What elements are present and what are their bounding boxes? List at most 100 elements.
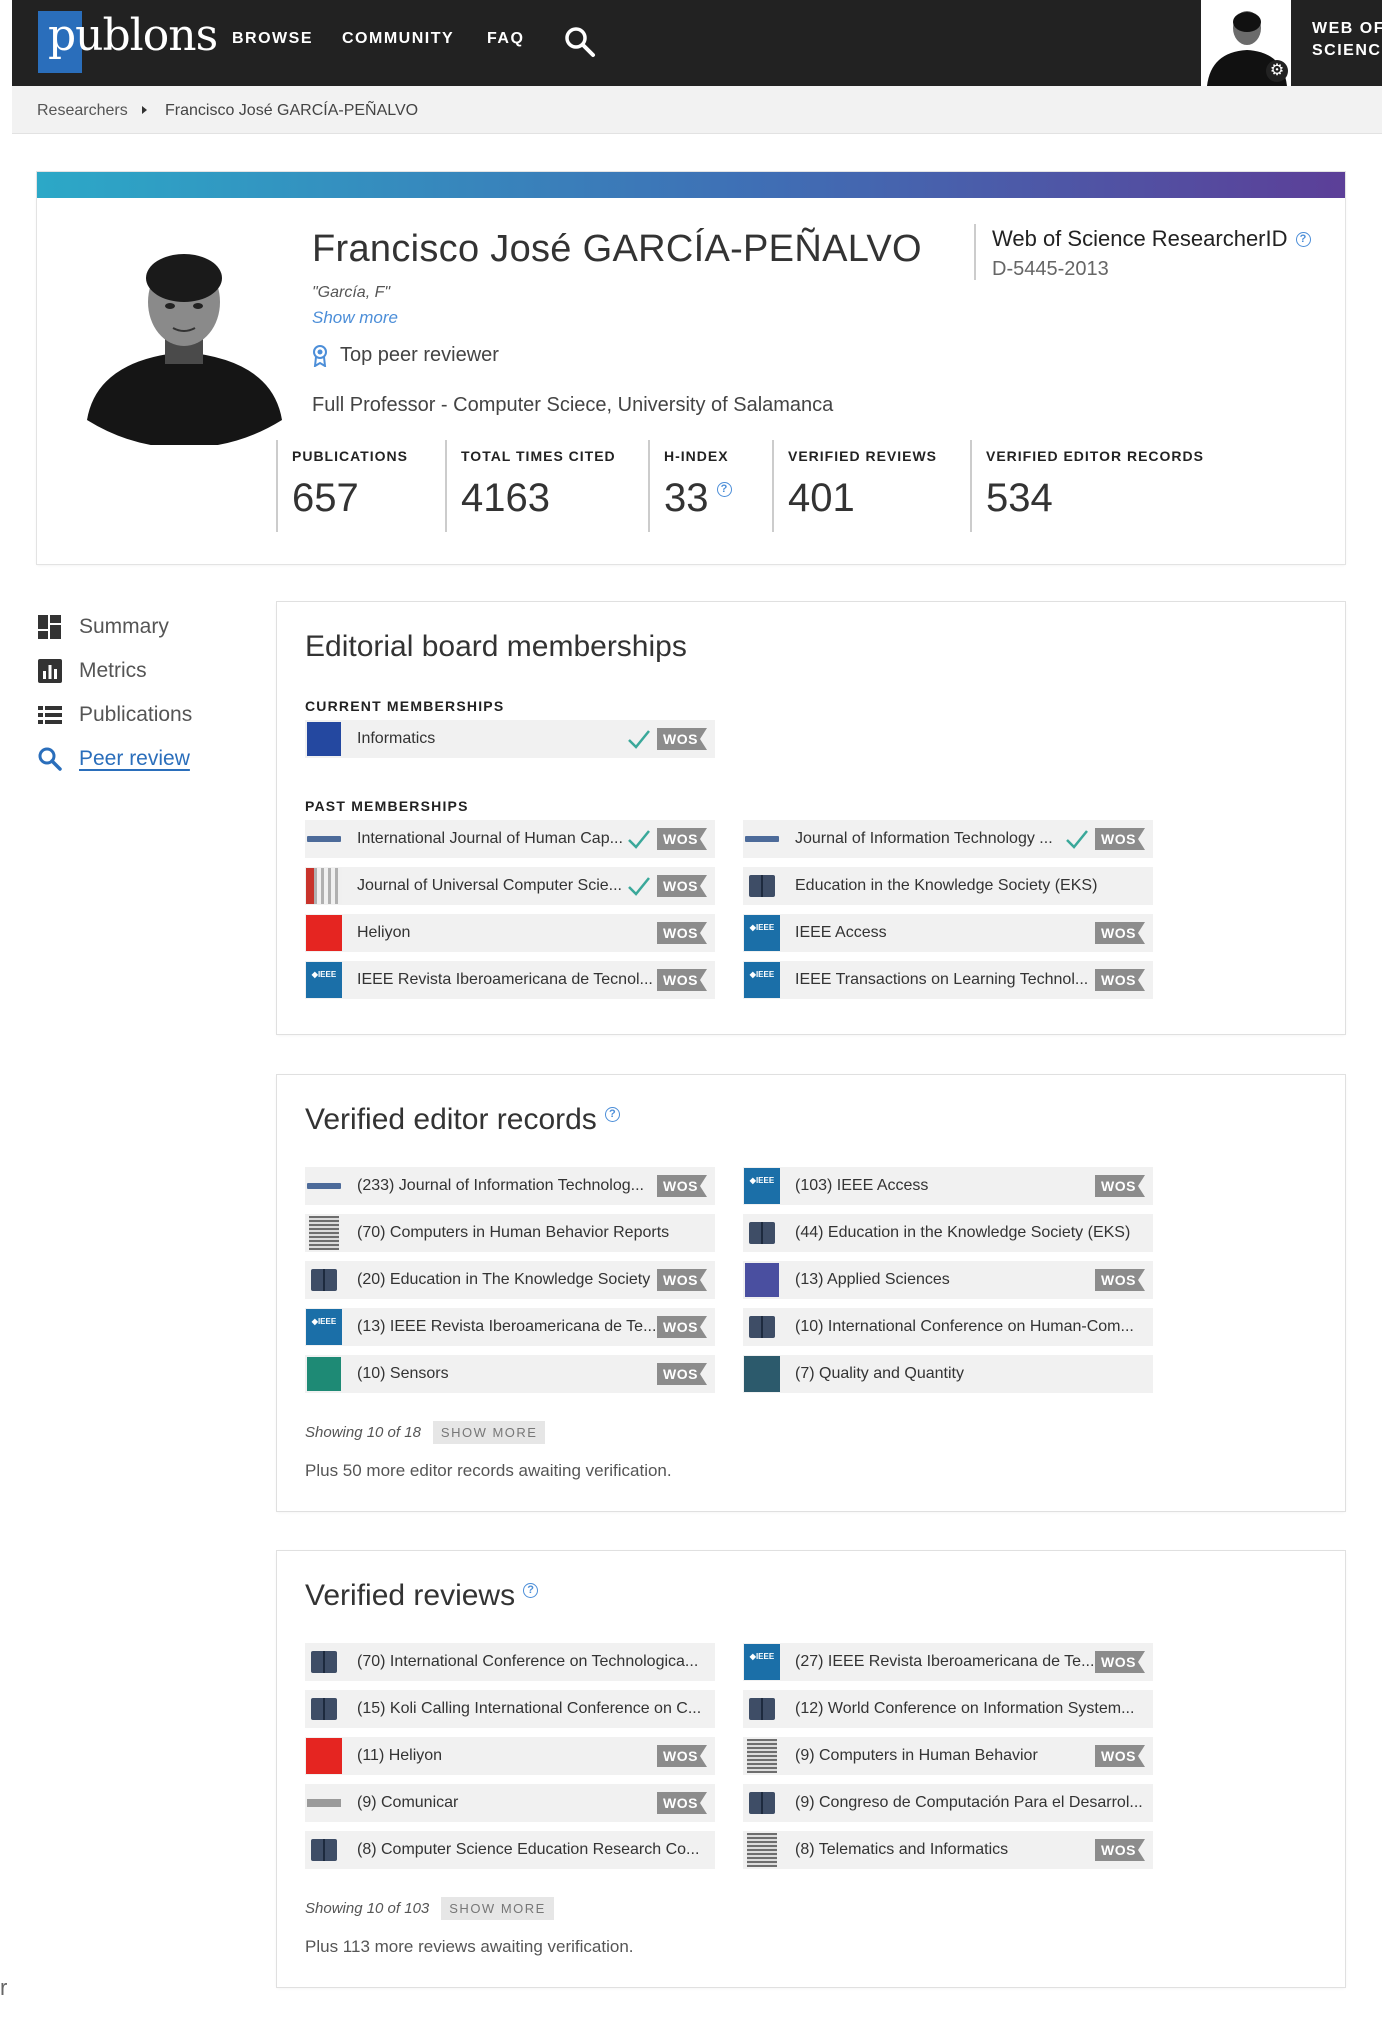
nav-faq[interactable]: FAQ [487,30,524,48]
journal-thumb: ◆IEEE [743,1167,781,1205]
nav-community[interactable]: COMMUNITY [342,30,454,48]
journal-row[interactable]: (10) Sensors WOS [305,1355,715,1393]
journal-row[interactable]: (7) Quality and Quantity [743,1355,1153,1393]
researcher-id-divider [974,224,976,280]
journal-thumb [305,1261,343,1299]
showing-count-text: Showing 10 of 103 [305,1900,430,1917]
wos-badge: WOS [657,969,707,991]
ieee-logo: ◆IEEE [306,962,342,998]
journal-name: Education in the Knowledge Society (EKS) [795,877,1098,894]
journal-row[interactable]: International Journal of Human Cap... WOS [305,820,715,858]
metric-number: 4163 [461,476,550,520]
showing-count: Showing 10 of 103 SHOW MORE [305,1897,554,1920]
journal-name: (10) International Conference on Human-C… [795,1318,1134,1335]
journal-row[interactable]: ◆IEEE (27) IEEE Revista Iberoamericana de… [743,1643,1153,1681]
metric-verified-reviews[interactable]: VERIFIED REVIEWS 401 [772,440,937,532]
metric-publications[interactable]: PUBLICATIONS 657 [276,440,408,532]
wos-badge: WOS [1095,1175,1145,1197]
metric-number: 657 [292,476,359,520]
metric-label: VERIFIED EDITOR RECORDS [986,448,1204,464]
journal-name: Informatics [357,730,436,747]
journal-name: (15) Koli Calling International Conferen… [357,1700,702,1717]
past-memberships-label: PAST MEMBERSHIPS [305,798,469,814]
journal-name: (9) Computers in Human Behavior [795,1747,1038,1764]
wos-badge: WOS [1095,922,1145,944]
journal-row[interactable]: (10) International Conference on Human-C… [743,1308,1153,1346]
journal-row[interactable]: ◆IEEE (103) IEEE Access WOS [743,1167,1153,1205]
journal-banner-logo [307,836,341,842]
show-more-button[interactable]: SHOW MORE [441,1897,554,1920]
journal-row[interactable]: (9) Comunicar WOS [305,1784,715,1822]
journal-thumb [743,1355,781,1393]
heliyon-logo [306,1738,342,1774]
book-icon [749,1792,775,1814]
journal-row[interactable]: (11) Heliyon WOS [305,1737,715,1775]
show-more-button[interactable]: SHOW MORE [432,1421,546,1444]
search-icon[interactable] [562,24,596,58]
bar-chart-icon [38,659,62,683]
metric-verified-editor-records[interactable]: VERIFIED EDITOR RECORDS 534 [970,440,1204,532]
sidenav-publications[interactable]: Publications [37,700,192,730]
top-peer-reviewer-badge: Top peer reviewer [312,344,499,367]
journal-thumb [305,1737,343,1775]
journal-name: (7) Quality and Quantity [795,1365,964,1382]
journal-row[interactable]: (12) World Conference on Information Sys… [743,1690,1153,1728]
journal-row[interactable]: Heliyon WOS [305,914,715,952]
comunicar-logo [307,1799,341,1807]
journal-row[interactable]: Informatics WOS [305,720,715,758]
verified-editor-records-card: Verified editor records? (233) Journal o… [277,1075,1345,1511]
gear-icon[interactable]: ⚙ [1266,60,1288,82]
journal-row[interactable]: ◆IEEE (13) IEEE Revista Iberoamericana de… [305,1308,715,1346]
show-more-link[interactable]: Show more [312,308,398,328]
journal-row[interactable]: (20) Education in The Knowledge Society W… [305,1261,715,1299]
ieee-logo: ◆IEEE [306,1309,342,1345]
wos-line-1: WEB OF [1312,20,1382,37]
researcher-id-label-text: Web of Science ResearcherID [992,226,1288,251]
journal-name: (13) IEEE Revista Iberoamericana de Te..… [357,1318,657,1335]
journal-row[interactable]: (9) Computers in Human Behavior WOS [743,1737,1153,1775]
sidenav-peer-review[interactable]: Peer review [37,744,190,774]
metric-number: 401 [788,476,855,520]
journal-thumb [305,867,343,905]
journal-row[interactable]: (8) Telematics and Informatics WOS [743,1831,1153,1869]
metric-h-index[interactable]: H-INDEX 33? [648,440,732,532]
journal-row[interactable]: (13) Applied Sciences WOS [743,1261,1153,1299]
web-of-science-link[interactable]: WEB OF SCIENCE [1312,18,1382,62]
sidenav-metrics[interactable]: Metrics [37,656,147,686]
elsevier-logo [747,1833,777,1867]
journal-row[interactable]: (233) Journal of Information Technolog..… [305,1167,715,1205]
help-icon[interactable]: ? [716,482,732,497]
publons-logo[interactable]: publons [38,10,218,74]
journal-row[interactable]: (70) Computers in Human Behavior Reports [305,1214,715,1252]
journal-row[interactable]: (8) Computer Science Education Research … [305,1831,715,1869]
profile-gradient-bar [37,172,1345,198]
sidenav-summary[interactable]: Summary [37,612,169,642]
journal-thumb [743,1831,781,1869]
metric-total-times-cited[interactable]: TOTAL TIMES CITED 4163 [445,440,616,532]
help-icon[interactable]: ? [523,1583,539,1598]
book-icon [749,1316,775,1338]
journal-row[interactable]: ◆IEEE IEEE Access WOS [743,914,1153,952]
journal-row[interactable]: (44) Education in the Knowledge Society … [743,1214,1153,1252]
journal-row[interactable]: ◆IEEE IEEE Transactions on Learning Techn… [743,961,1153,999]
checkmark-icon [628,830,650,849]
journal-thumb [743,1214,781,1252]
breadcrumb-researchers[interactable]: Researchers [37,102,128,120]
journal-row[interactable]: Education in the Knowledge Society (EKS) [743,867,1153,905]
journal-thumb [305,1214,343,1252]
journal-row[interactable]: (15) Koli Calling International Conferen… [305,1690,715,1728]
elsevier-logo [747,1739,777,1773]
wos-badge: WOS [657,1792,707,1814]
nav-browse[interactable]: BROWSE [232,30,313,48]
metric-label: PUBLICATIONS [292,448,408,464]
journal-row[interactable]: Journal of Universal Computer Scie... WOS [305,867,715,905]
journal-row[interactable]: (70) International Conference on Technol… [305,1643,715,1681]
help-icon[interactable]: ? [1295,231,1311,247]
top-peer-reviewer-label: Top peer reviewer [340,344,499,366]
journal-row[interactable]: (9) Congreso de Computación Para el Desa… [743,1784,1153,1822]
journal-row[interactable]: ◆IEEE IEEE Revista Iberoamericana de Tecn… [305,961,715,999]
journal-name: (8) Computer Science Education Research … [357,1841,700,1858]
journal-row[interactable]: Journal of Information Technology ... WOS [743,820,1153,858]
wos-line-2: SCIENCE [1312,42,1382,59]
help-icon[interactable]: ? [604,1107,620,1122]
